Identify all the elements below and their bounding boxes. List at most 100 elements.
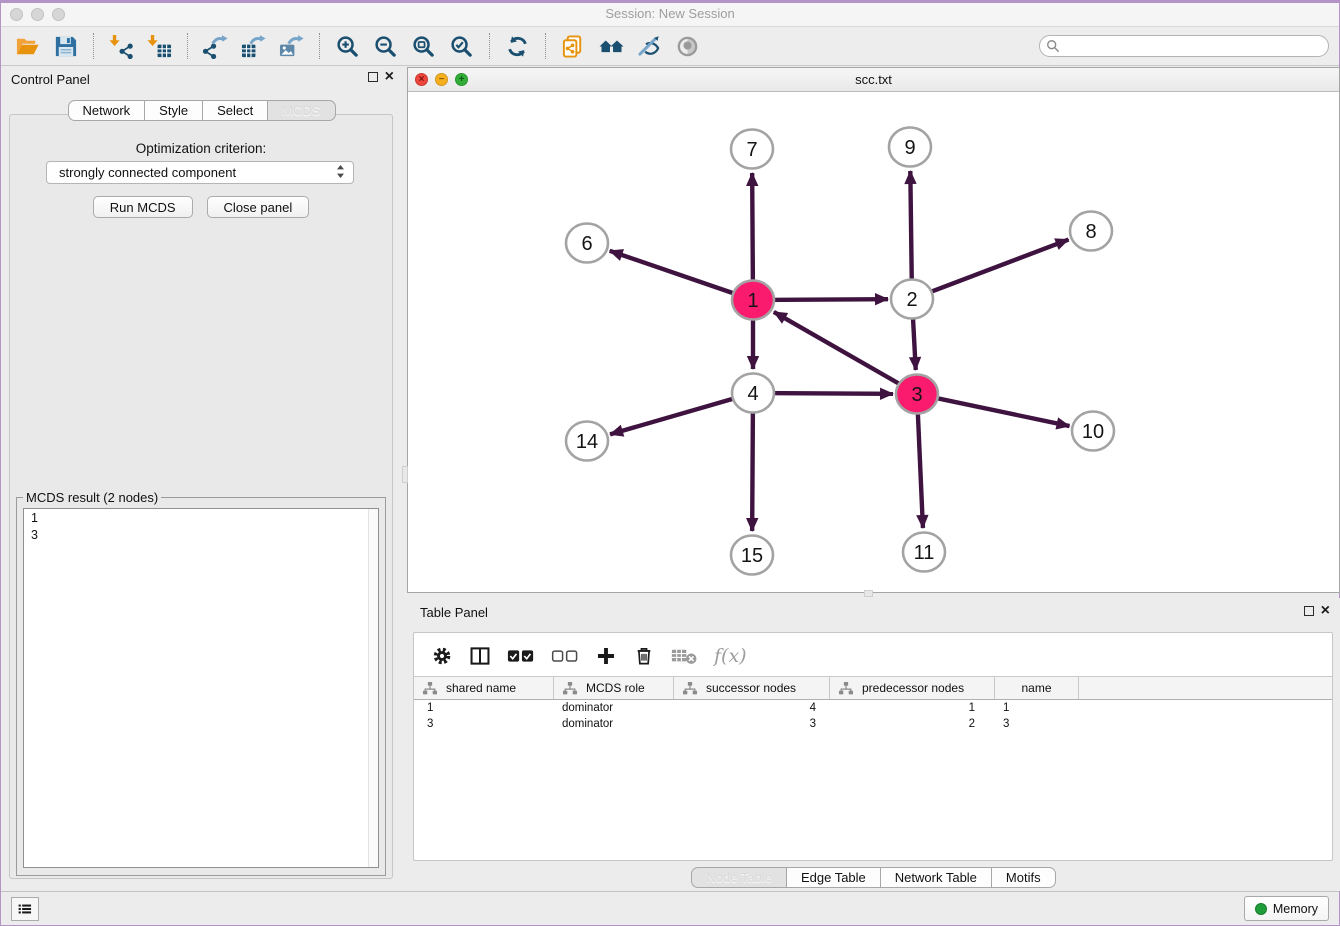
cell-successor-nodes: 3: [674, 718, 830, 730]
svg-text:4: 4: [747, 383, 758, 405]
control-panel-header: Control Panel ×: [1, 66, 402, 92]
split-panel-button[interactable]: [469, 645, 491, 667]
zoom-fit-button[interactable]: [407, 31, 440, 62]
zoom-out-button[interactable]: [369, 31, 402, 62]
search-input[interactable]: [1039, 35, 1329, 57]
birds-eye-view-button[interactable]: [671, 31, 704, 62]
tab-network-table[interactable]: Network Table: [881, 867, 992, 888]
horizontal-splitter-grip[interactable]: [864, 590, 873, 597]
import-table-icon: [147, 34, 172, 59]
optimization-criterion-select[interactable]: strongly connected component: [46, 161, 354, 184]
namespace-icon: [423, 682, 437, 695]
table-body: 1dominator4113dominator323: [414, 700, 1332, 732]
settings-button[interactable]: [431, 645, 453, 667]
network-canvas[interactable]: 7 9 6 8 1 2 4 3 14 10 15 11: [408, 92, 1339, 592]
table-row[interactable]: 3dominator323: [414, 716, 1332, 732]
graph-node-11[interactable]: 11: [903, 533, 945, 572]
graph-node-3[interactable]: 3: [896, 375, 938, 414]
tab-select[interactable]: Select: [203, 100, 268, 121]
deselect-all-button[interactable]: [551, 645, 579, 667]
graph-edge-1-7[interactable]: [752, 173, 753, 290]
zoom-in-button[interactable]: [331, 31, 364, 62]
zoom-out-icon: [373, 34, 398, 59]
graph-node-4[interactable]: 4: [732, 374, 774, 413]
column-header-name[interactable]: name: [995, 677, 1079, 699]
run-mcds-button[interactable]: Run MCDS: [93, 196, 193, 218]
mcds-result-list[interactable]: 1 3: [23, 508, 379, 868]
toolbar-separator: [93, 33, 94, 59]
tab-motifs[interactable]: Motifs: [992, 867, 1056, 888]
column-header-MCDS-role[interactable]: MCDS role: [554, 677, 674, 699]
svg-text:2: 2: [906, 289, 917, 311]
optimization-criterion-value: strongly connected component: [59, 165, 236, 180]
table-toolbar: f(x): [414, 633, 1332, 676]
close-panel-button[interactable]: Close panel: [207, 196, 310, 218]
graph-edge-2-8[interactable]: [921, 240, 1068, 296]
graph-node-15[interactable]: 15: [731, 536, 773, 575]
export-table-button[interactable]: [237, 31, 270, 62]
float-panel-icon[interactable]: [368, 72, 378, 82]
column-header-predecessor-nodes[interactable]: predecessor nodes: [830, 677, 995, 699]
namespace-icon: [683, 682, 697, 695]
destroy-table-icon: [671, 645, 698, 667]
graph-node-14[interactable]: 14: [566, 422, 608, 461]
zoom-selected-button[interactable]: [445, 31, 478, 62]
close-panel-icon[interactable]: ×: [385, 71, 394, 83]
graph-node-9[interactable]: 9: [889, 128, 931, 167]
select-all-button[interactable]: [507, 645, 535, 667]
tab-node-table[interactable]: Node Table: [691, 867, 787, 888]
graph-edge-4-14[interactable]: [610, 396, 743, 435]
graph-edge-4-3[interactable]: [763, 393, 893, 394]
cell-successor-nodes: 4: [674, 702, 830, 714]
column-label: shared name: [446, 681, 516, 695]
export-image-button[interactable]: [275, 31, 308, 62]
select-all-icon: [507, 645, 535, 667]
graph-edge-1-2[interactable]: [763, 299, 888, 300]
import-table-button[interactable]: [143, 31, 176, 62]
tab-edge-table[interactable]: Edge Table: [787, 867, 881, 888]
show-graphics-details-button[interactable]: [633, 31, 666, 62]
tab-mcds[interactable]: MCDS: [268, 100, 335, 121]
tab-style[interactable]: Style: [145, 100, 203, 121]
graph-node-7[interactable]: 7: [731, 130, 773, 169]
import-network-button[interactable]: [105, 31, 138, 62]
graph-node-8[interactable]: 8: [1070, 212, 1112, 251]
graph-node-2[interactable]: 2: [891, 280, 933, 319]
save-session-button[interactable]: [49, 31, 82, 62]
graph-node-6[interactable]: 6: [566, 224, 608, 263]
memory-button[interactable]: Memory: [1244, 896, 1329, 921]
zoom-selected-icon: [449, 34, 474, 59]
mcds-result-scrollbar[interactable]: [368, 509, 378, 867]
graph-edge-3-11[interactable]: [917, 404, 922, 528]
search-field: [1039, 35, 1329, 57]
float-table-panel-icon[interactable]: [1304, 606, 1314, 616]
tab-network[interactable]: Network: [67, 100, 145, 121]
column-label: predecessor nodes: [862, 681, 964, 695]
home-layout-button[interactable]: [595, 31, 628, 62]
close-table-panel-icon[interactable]: ×: [1321, 605, 1330, 617]
add-column-button[interactable]: [595, 645, 617, 667]
open-session-button[interactable]: [11, 31, 44, 62]
show-graphics-details-icon: [637, 34, 662, 59]
clone-network-icon: [561, 34, 586, 59]
control-panel-title: Control Panel: [11, 72, 90, 87]
toolbar-group: [105, 31, 176, 62]
column-header-shared-name[interactable]: shared name: [414, 677, 554, 699]
delete-column-button[interactable]: [633, 645, 655, 667]
export-network-button[interactable]: [199, 31, 232, 62]
export-image-icon: [279, 34, 304, 59]
column-header-successor-nodes[interactable]: successor nodes: [674, 677, 830, 699]
graph-edge-4-15[interactable]: [752, 403, 753, 531]
vertical-splitter-grip[interactable]: [402, 466, 408, 483]
refresh-view-button[interactable]: [501, 31, 534, 62]
graph-edge-2-9[interactable]: [910, 171, 912, 289]
graph-edge-3-10[interactable]: [927, 396, 1070, 426]
control-panel: Control Panel × NetworkStyleSelectMCDS O…: [1, 66, 402, 891]
graph-node-1[interactable]: 1: [732, 281, 774, 320]
graph-node-10[interactable]: 10: [1072, 412, 1114, 451]
clone-network-button[interactable]: [557, 31, 590, 62]
graph-edge-1-6[interactable]: [610, 251, 744, 297]
show-panels-button[interactable]: [11, 897, 39, 921]
graph-edge-3-1[interactable]: [774, 312, 909, 389]
table-row[interactable]: 1dominator411: [414, 700, 1332, 716]
